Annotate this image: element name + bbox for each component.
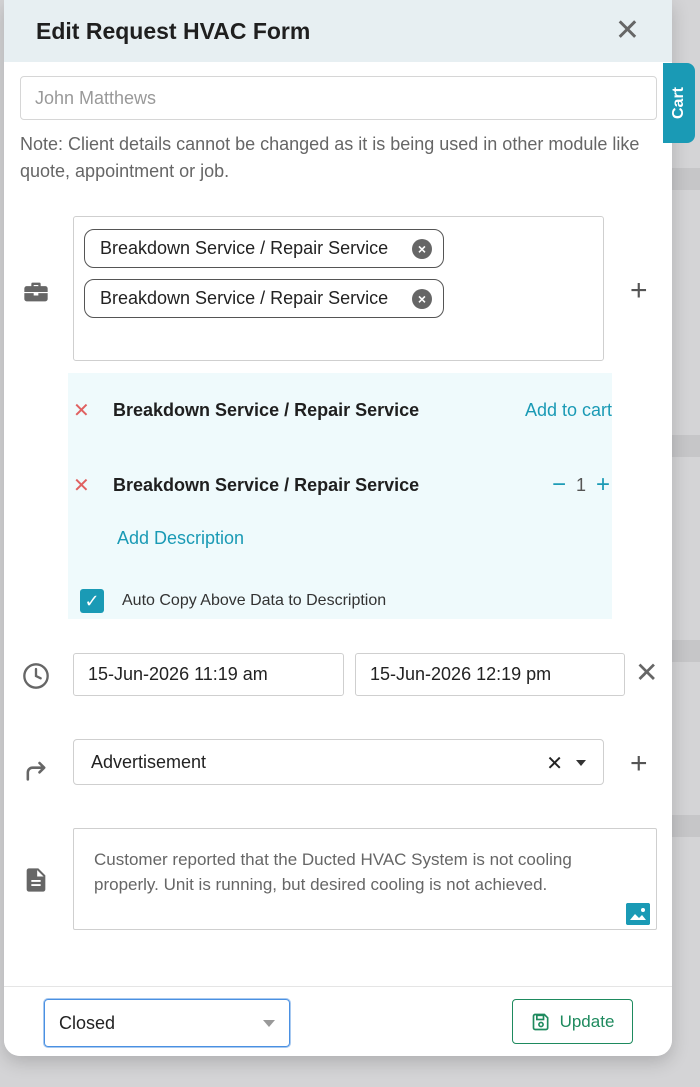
decrease-qty-button[interactable]: − xyxy=(552,471,566,499)
end-datetime-field[interactable]: 15-Jun-2026 12:19 pm xyxy=(355,653,625,696)
modal-footer: Closed Update xyxy=(4,986,672,1056)
client-name-field: John Matthews xyxy=(20,76,657,120)
auto-copy-checkbox[interactable]: ✓ xyxy=(80,589,104,613)
update-button[interactable]: Update xyxy=(512,999,633,1044)
remove-chip-icon[interactable]: × xyxy=(412,239,432,259)
auto-copy-label: Auto Copy Above Data to Description xyxy=(122,592,387,609)
cart-item-name: Breakdown Service / Repair Service xyxy=(113,400,420,420)
client-note: Note: Client details cannot be changed a… xyxy=(20,134,640,181)
service-chip: Breakdown Service / Repair Service × xyxy=(84,279,444,318)
background-fragment xyxy=(672,815,700,837)
background-fragment xyxy=(672,435,700,457)
remove-chip-icon[interactable]: × xyxy=(412,289,432,309)
increase-qty-button[interactable]: + xyxy=(596,471,610,499)
cart-tab[interactable]: Cart xyxy=(663,63,695,143)
cart-row: ✕ Breakdown Service / Repair Service Add… xyxy=(68,396,612,426)
redirect-arrow-icon xyxy=(26,761,46,781)
add-source-button[interactable]: + xyxy=(630,749,648,779)
add-service-button[interactable]: + xyxy=(630,276,648,306)
cart-panel: ✕ Breakdown Service / Repair Service Add… xyxy=(68,373,612,619)
cart-item-name: Breakdown Service / Repair Service xyxy=(113,475,420,495)
service-chip-label: Breakdown Service / Repair Service xyxy=(100,238,389,258)
add-to-cart-link[interactable]: Add to cart xyxy=(525,400,612,421)
service-chip-label: Breakdown Service / Repair Service xyxy=(100,288,389,308)
cart-tab-label: Cart xyxy=(670,86,688,120)
background-fragment xyxy=(672,168,700,190)
start-datetime-field[interactable]: 15-Jun-2026 11:19 am xyxy=(73,653,344,696)
document-icon xyxy=(26,868,46,892)
cart-row: ✕ Breakdown Service / Repair Service − 1… xyxy=(68,471,612,501)
service-chip: Breakdown Service / Repair Service × xyxy=(84,229,444,268)
update-label: Update xyxy=(559,1011,615,1031)
clock-icon xyxy=(23,663,49,689)
remove-item-icon[interactable]: ✕ xyxy=(73,398,90,423)
modal-header: Edit Request HVAC Form ✕ xyxy=(4,0,672,62)
save-icon xyxy=(532,1013,549,1030)
auto-copy-option: ✓ Auto Copy Above Data to Description xyxy=(80,589,386,613)
modal-title: Edit Request HVAC Form xyxy=(36,17,311,44)
description-textarea[interactable]: Customer reported that the Ducted HVAC S… xyxy=(73,828,657,930)
status-select[interactable]: Closed xyxy=(44,999,290,1047)
description-text: Customer reported that the Ducted HVAC S… xyxy=(94,850,572,894)
briefcase-icon xyxy=(24,282,48,302)
close-icon[interactable]: ✕ xyxy=(615,16,640,46)
chevron-down-icon[interactable] xyxy=(576,760,586,766)
status-value: Closed xyxy=(59,1012,116,1033)
remove-item-icon[interactable]: ✕ xyxy=(73,473,90,498)
clear-dates-icon[interactable]: ✕ xyxy=(635,656,658,689)
background-fragment xyxy=(672,640,700,662)
chevron-down-icon[interactable] xyxy=(263,1020,275,1027)
services-multiselect[interactable]: Breakdown Service / Repair Service × Bre… xyxy=(73,216,604,361)
edit-request-modal: Edit Request HVAC Form ✕ John Matthews N… xyxy=(4,0,672,1056)
source-value: Advertisement xyxy=(91,751,207,772)
quantity-stepper: − 1 + xyxy=(552,471,610,499)
insert-image-icon[interactable] xyxy=(626,903,650,925)
clear-source-icon[interactable]: ✕ xyxy=(546,751,563,776)
source-select[interactable]: Advertisement ✕ xyxy=(73,739,604,785)
add-description-link[interactable]: Add Description xyxy=(117,528,244,549)
quantity-value: 1 xyxy=(575,474,586,495)
